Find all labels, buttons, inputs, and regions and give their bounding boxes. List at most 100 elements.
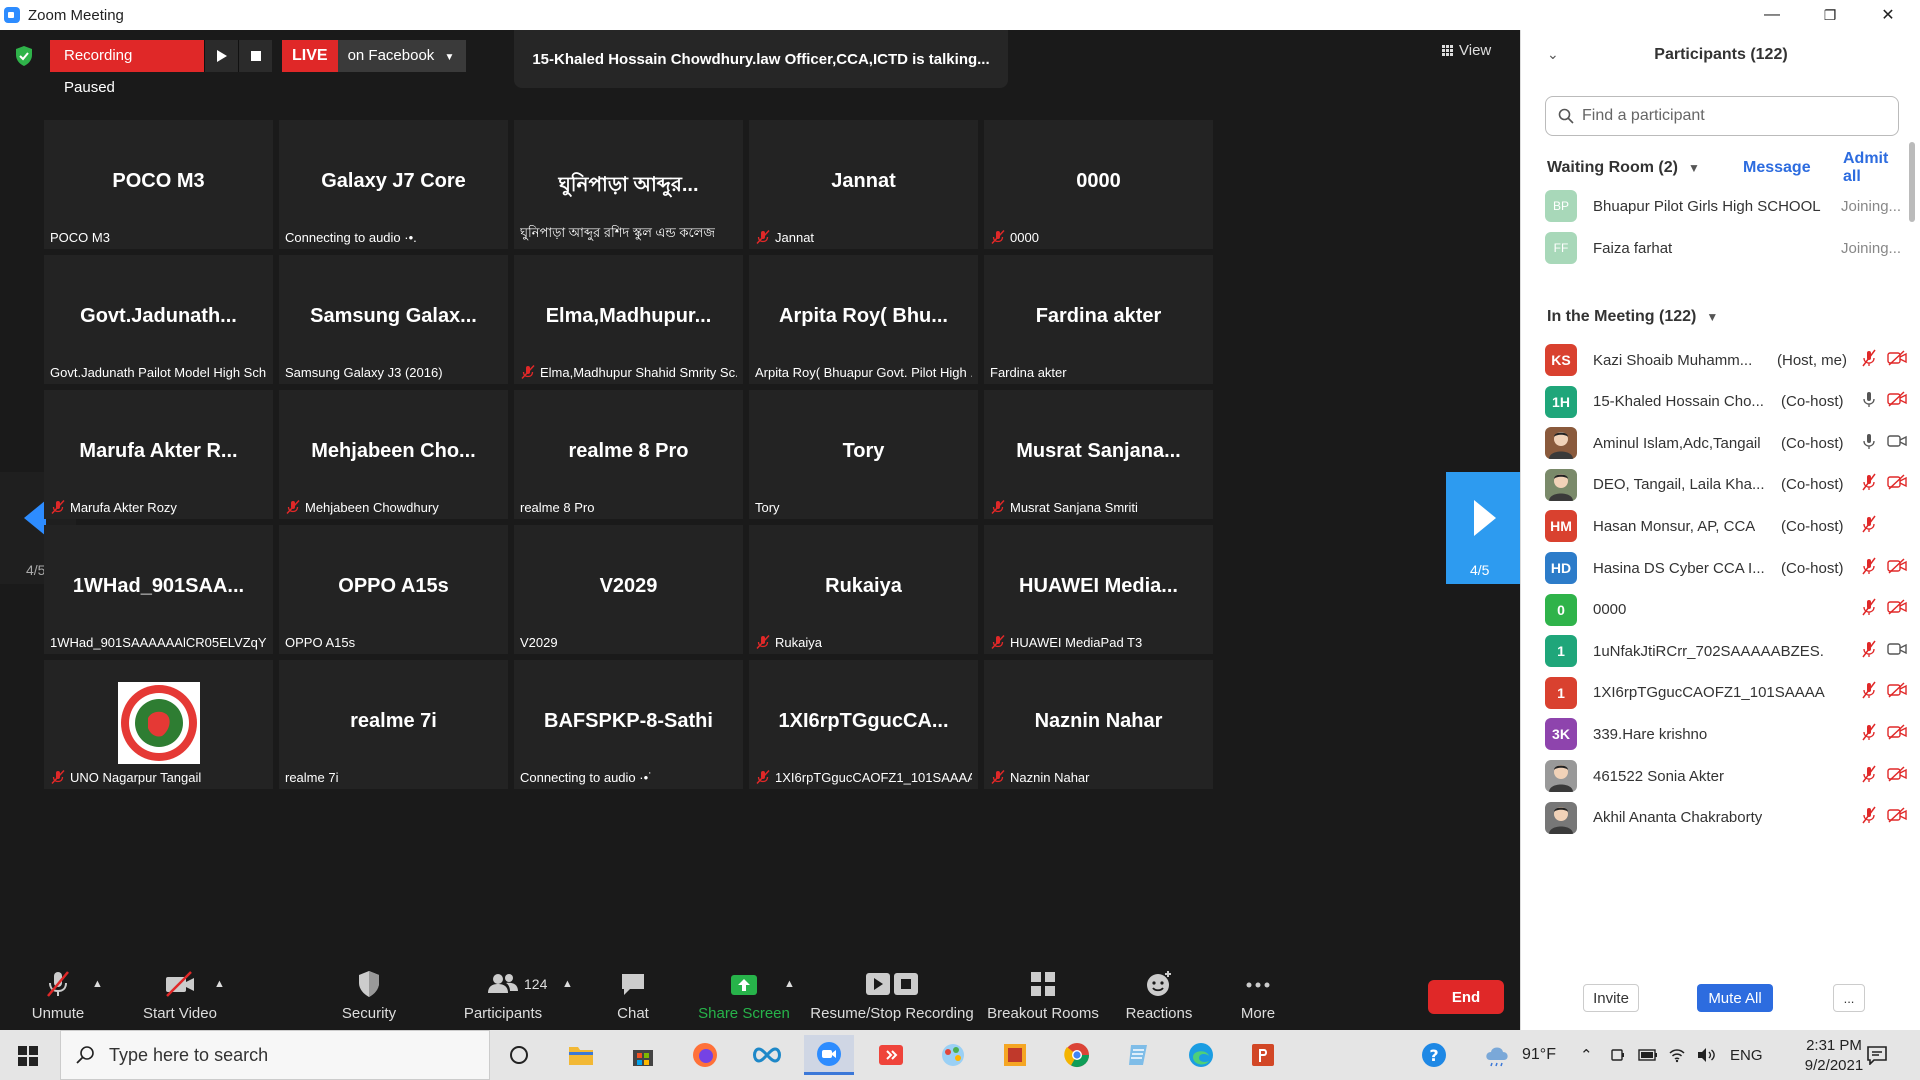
participants-button[interactable]: Participants [458,962,548,1030]
start-video-button[interactable]: Start Video [132,962,228,1030]
invite-button[interactable]: Invite [1583,984,1639,1012]
video-tile[interactable]: V2029 V2029 [514,525,743,654]
reactions-button[interactable]: Reactions [1124,962,1194,1030]
video-tile[interactable]: Galaxy J7 Core Connecting to audio ·•. [279,120,508,249]
mic-muted-icon[interactable] [1861,723,1877,746]
video-tile[interactable]: Musrat Sanjana... Musrat Sanjana Smriti [984,390,1213,519]
mic-muted-icon[interactable] [1861,473,1877,496]
mic-icon[interactable] [1861,390,1877,413]
video-tile[interactable]: 1XI6rpTGgucCA... 1XI6rpTGgucCAOFZ1_101SAA… [749,660,978,789]
share-screen-button[interactable]: Share Screen [698,962,790,1030]
mic-muted-icon[interactable] [1861,640,1877,663]
tray-device-icon[interactable] [1610,1030,1626,1080]
stop-recording-button[interactable] [238,40,272,72]
paint-app-icon[interactable] [928,1035,978,1075]
participant-row[interactable]: HD Hasina DS Cyber CCA I... (Co-host) [1545,548,1915,588]
video-tile[interactable]: 0000 0000 [984,120,1213,249]
video-tile[interactable]: realme 7i realme 7i [279,660,508,789]
taskbar-search-input[interactable] [109,1044,469,1066]
breakout-rooms-button[interactable]: Breakout Rooms [986,962,1100,1030]
video-tile[interactable]: Naznin Nahar Naznin Nahar [984,660,1213,789]
video-tile[interactable]: Marufa Akter R... Marufa Akter Rozy [44,390,273,519]
volume-icon[interactable] [1696,1030,1716,1080]
wifi-icon[interactable] [1668,1030,1686,1080]
video-tile[interactable]: HUAWEI Media... HUAWEI MediaPad T3 [984,525,1213,654]
close-window-button[interactable]: ✕ [1860,0,1916,30]
mic-muted-icon[interactable] [1861,557,1877,580]
video-tile[interactable]: UNO Nagarpur Tangail [44,660,273,789]
mic-icon[interactable] [1861,432,1877,455]
participant-row[interactable]: 1 1uNfakJtiRCrr_702SAAAAABZES... [1545,631,1915,671]
participant-row[interactable]: 1H 15-Khaled Hossain Cho... (Co-host) [1545,382,1915,422]
input-language[interactable]: ENG [1730,1030,1763,1080]
more-button[interactable]: More [1238,962,1278,1030]
view-button[interactable]: View [1442,42,1491,59]
panel-more-button[interactable]: ... [1833,984,1865,1012]
powerpoint-icon[interactable] [1238,1035,1288,1075]
next-page-button[interactable]: 4/5 [1446,472,1520,584]
message-waiting-room-link[interactable]: Message [1743,159,1811,177]
admit-all-link[interactable]: Admit all [1843,150,1907,186]
participant-row[interactable]: 461522 Sonia Akter [1545,756,1915,796]
restore-button[interactable]: ❐ [1802,0,1858,30]
video-options-caret-icon[interactable]: ▲ [214,978,225,990]
panel-scrollbar[interactable] [1909,142,1915,222]
mic-muted-icon[interactable] [1861,765,1877,788]
audio-options-caret-icon[interactable]: ▲ [92,978,103,990]
participant-row[interactable]: DEO, Tangail, Laila Kha... (Co-host) [1545,465,1915,505]
video-tile[interactable]: ঘুনিপাড়া আব্দুর... ঘুনিপাড়া আব্দুর রশিদ… [514,120,743,249]
video-tile[interactable]: Govt.Jadunath... Govt.Jadunath Pailot Mod… [44,255,273,384]
video-tile[interactable]: Samsung Galax... Samsung Galaxy J3 (2016) [279,255,508,384]
weather-widget[interactable]: 91°F [1482,1030,1556,1080]
bijoy-keyboard-icon[interactable] [990,1035,1040,1075]
video-tile[interactable]: Elma,Madhupur... Elma,Madhupur Shahid Smr… [514,255,743,384]
participant-row[interactable]: 0 0000 [1545,590,1915,630]
notifications-icon[interactable] [1866,1030,1888,1080]
unmute-button[interactable]: Unmute [22,962,94,1030]
tray-overflow-chevron-icon[interactable]: ⌃ [1580,1030,1593,1080]
live-badge[interactable]: LIVE [282,40,338,72]
mic-muted-icon[interactable] [1861,598,1877,621]
participant-row[interactable]: Aminul Islam,Adc,Tangail (Co-host) [1545,423,1915,463]
share-options-caret-icon[interactable]: ▲ [784,978,795,990]
chevron-down-icon[interactable]: ▼ [1688,161,1700,175]
help-icon[interactable]: ? [1420,1030,1448,1080]
chrome-icon[interactable] [1052,1035,1102,1075]
mic-muted-icon[interactable] [1861,806,1877,829]
video-tile[interactable]: BAFSPKP-8-Sathi Connecting to audio ·•˙ [514,660,743,789]
participant-row[interactable]: Akhil Ananta Chakraborty [1545,798,1915,838]
participant-row[interactable]: 3K 339.Hare krishno [1545,714,1915,754]
battery-icon[interactable] [1638,1030,1658,1080]
participant-row[interactable]: 1 1XI6rpTGgucCAOFZ1_101SAAAA... [1545,673,1915,713]
mic-muted-icon[interactable] [1861,349,1877,372]
participant-row[interactable]: KS Kazi Shoaib Muhamm... (Host, me) [1545,340,1915,380]
resume-stop-recording-button[interactable]: Resume/Stop Recording [808,962,976,1030]
video-tile[interactable]: Jannat Jannat [749,120,978,249]
in-meeting-header[interactable]: In the Meeting (122) ▼ [1547,308,1718,326]
live-destination-dropdown[interactable]: on Facebook ▼ [337,40,467,72]
video-tile[interactable]: Tory Tory [749,390,978,519]
windows-start-icon[interactable] [18,1046,38,1066]
microsoft-store-icon[interactable] [618,1035,668,1075]
security-button[interactable]: Security [336,962,402,1030]
video-tile[interactable]: OPPO A15s OPPO A15s [279,525,508,654]
file-explorer-icon[interactable] [556,1035,606,1075]
waiting-room-row[interactable]: FF Faiza farhat Joining... [1545,228,1915,268]
waiting-room-title[interactable]: Waiting Room (2) [1547,159,1678,177]
chat-button[interactable]: Chat [614,962,652,1030]
mic-muted-icon[interactable] [1861,681,1877,704]
minimize-button[interactable]: — [1744,0,1800,30]
video-tile[interactable]: Mehjabeen Cho... Mehjabeen Chowdhury [279,390,508,519]
video-tile[interactable]: Rukaiya Rukaiya [749,525,978,654]
edge-icon[interactable] [1176,1035,1226,1075]
firefox-icon[interactable] [680,1035,730,1075]
infinity-app-icon[interactable] [742,1035,792,1075]
video-tile[interactable]: realme 8 Pro realme 8 Pro [514,390,743,519]
participants-options-caret-icon[interactable]: ▲ [562,978,573,990]
participant-search-input[interactable] [1582,107,1882,125]
video-tile[interactable]: 1WHad_901SAA... 1WHad_901SAAAAAAlCR05ELVZ… [44,525,273,654]
video-tile[interactable]: Arpita Roy( Bhu... Arpita Roy( Bhuapur Go… [749,255,978,384]
anydesk-icon[interactable] [866,1035,916,1075]
notepad-icon[interactable] [1114,1035,1164,1075]
video-tile[interactable]: Fardina akter Fardina akter [984,255,1213,384]
